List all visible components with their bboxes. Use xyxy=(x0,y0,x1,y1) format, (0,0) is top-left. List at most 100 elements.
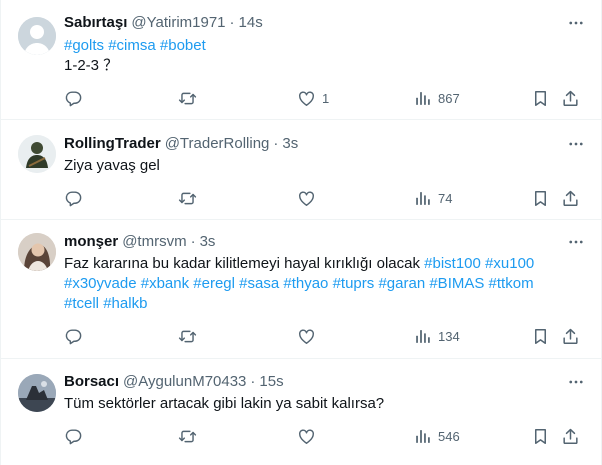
hashtag[interactable]: #tcell xyxy=(64,295,99,312)
more-options-button[interactable] xyxy=(566,372,586,392)
avatar[interactable] xyxy=(18,374,56,412)
view-count: 546 xyxy=(438,428,460,444)
bookmark-button[interactable] xyxy=(531,319,550,353)
tweet-text: Tüm sektörler artacak gibi lakin ya sabi… xyxy=(64,394,584,414)
author-handle[interactable]: @tmrsvm xyxy=(122,233,186,250)
hashtag[interactable]: #sasa xyxy=(239,275,279,292)
like-button[interactable] xyxy=(297,181,316,215)
action-bar: 134 xyxy=(56,319,586,353)
reply-icon xyxy=(64,327,83,346)
tweet-header: RollingTrader @TraderRolling · 3s xyxy=(64,133,298,153)
hashtag[interactable]: #thyao xyxy=(283,275,328,292)
timestamp[interactable]: 15s xyxy=(259,373,283,390)
timestamp[interactable]: 14s xyxy=(239,14,263,31)
reply-icon xyxy=(64,427,83,446)
author-handle[interactable]: @Yatirim1971 xyxy=(131,14,225,31)
hashtag[interactable]: #cimsa xyxy=(108,37,156,54)
hashtag[interactable]: #bobet xyxy=(160,37,206,54)
views-button[interactable]: 546 xyxy=(413,419,460,453)
bookmark-icon xyxy=(531,89,550,108)
share-button[interactable] xyxy=(561,181,580,215)
like-button[interactable] xyxy=(297,319,316,353)
retweet-button[interactable] xyxy=(178,181,197,215)
author-name[interactable]: monşer xyxy=(64,233,118,250)
retweet-button[interactable] xyxy=(178,419,197,453)
share-icon xyxy=(561,189,580,208)
retweet-button[interactable] xyxy=(178,319,197,353)
view-count: 867 xyxy=(438,90,460,106)
views-button[interactable]: 867 xyxy=(413,81,460,115)
share-button[interactable] xyxy=(561,81,580,115)
hashtag[interactable]: #tuprs xyxy=(333,275,375,292)
tweet-text-line: Faz kararına bu kadar kilitlemeyi hayal … xyxy=(64,254,584,274)
hashtag[interactable]: #eregl xyxy=(193,275,235,292)
hashtag[interactable]: #garan xyxy=(378,275,425,292)
bookmark-icon xyxy=(531,189,550,208)
timestamp[interactable]: 3s xyxy=(200,233,216,250)
share-button[interactable] xyxy=(561,319,580,353)
like-button[interactable] xyxy=(297,419,316,453)
author-name[interactable]: Sabırtaşı xyxy=(64,14,127,31)
share-icon xyxy=(561,427,580,446)
tweet-card[interactable]: Borsacı @AygulunM70433 · 15s Tüm sektörl… xyxy=(1,359,601,465)
default-avatar-icon xyxy=(18,17,56,55)
timestamp[interactable]: 3s xyxy=(282,135,298,152)
tweet-header: Borsacı @AygulunM70433 · 15s xyxy=(64,371,284,391)
retweet-icon xyxy=(178,89,197,108)
bookmark-icon xyxy=(531,427,550,446)
author-name[interactable]: Borsacı xyxy=(64,373,119,390)
tweet-card[interactable]: Sabırtaşı @Yatirim1971 · 14s #golts #cim… xyxy=(1,0,601,120)
hashtag[interactable]: #golts xyxy=(64,37,104,54)
views-button[interactable]: 74 xyxy=(413,181,452,215)
tweet-header: Sabırtaşı @Yatirim1971 · 14s xyxy=(64,12,263,32)
views-chart-icon xyxy=(413,427,432,446)
share-button[interactable] xyxy=(561,419,580,453)
author-handle[interactable]: @AygulunM70433 xyxy=(123,373,246,390)
timeline-feed: Sabırtaşı @Yatirim1971 · 14s #golts #cim… xyxy=(0,0,602,465)
hashtag[interactable]: #BIMAS xyxy=(429,275,484,292)
hashtag[interactable]: #ttkom xyxy=(489,275,534,292)
hashtag[interactable]: #xu100 xyxy=(485,255,534,272)
author-name[interactable]: RollingTrader xyxy=(64,135,161,152)
heart-icon xyxy=(297,89,316,108)
heart-icon xyxy=(297,189,316,208)
share-icon xyxy=(561,89,580,108)
more-options-button[interactable] xyxy=(566,13,586,33)
tweet-text-line: Ziya yavaş gel xyxy=(64,157,160,174)
author-handle[interactable]: @TraderRolling xyxy=(165,135,270,152)
views-chart-icon xyxy=(413,189,432,208)
more-options-button[interactable] xyxy=(566,134,586,154)
heart-icon xyxy=(297,327,316,346)
avatar[interactable] xyxy=(18,135,56,173)
reply-button[interactable] xyxy=(64,181,83,215)
like-button[interactable]: 1 xyxy=(297,81,329,115)
avatar[interactable] xyxy=(18,233,56,271)
bookmark-button[interactable] xyxy=(531,81,550,115)
tweet-text-prefix: Faz kararına bu kadar kilitlemeyi hayal … xyxy=(64,255,420,272)
separator-dot: · xyxy=(273,134,279,152)
heart-icon xyxy=(297,427,316,446)
tweet-card[interactable]: monşer @tmrsvm · 3s Faz kararına bu kada… xyxy=(1,220,601,359)
separator-dot: · xyxy=(190,232,196,250)
tweet-text-line: 1-2-3 ？ xyxy=(64,57,119,74)
retweet-icon xyxy=(178,189,197,208)
views-button[interactable]: 134 xyxy=(413,319,460,353)
hashtag[interactable]: #halkb xyxy=(103,295,147,312)
hashtag[interactable]: #x30yvade xyxy=(64,275,137,292)
hashtag-line: #golts #cimsa #bobet xyxy=(64,36,584,56)
retweet-button[interactable] xyxy=(178,81,197,115)
avatar[interactable] xyxy=(18,17,56,55)
hashtag[interactable]: #xbank xyxy=(141,275,189,292)
reply-icon xyxy=(64,189,83,208)
reply-button[interactable] xyxy=(64,419,83,453)
hashtag[interactable]: #bist100 xyxy=(424,255,481,272)
bookmark-button[interactable] xyxy=(531,181,550,215)
more-options-button[interactable] xyxy=(566,232,586,252)
reply-button[interactable] xyxy=(64,81,83,115)
hashtag-line: #tcell #halkb xyxy=(64,294,584,314)
tweet-card[interactable]: RollingTrader @TraderRolling · 3s Ziya y… xyxy=(1,120,601,220)
separator-dot: · xyxy=(250,372,256,390)
bookmark-button[interactable] xyxy=(531,419,550,453)
share-icon xyxy=(561,327,580,346)
reply-button[interactable] xyxy=(64,319,83,353)
